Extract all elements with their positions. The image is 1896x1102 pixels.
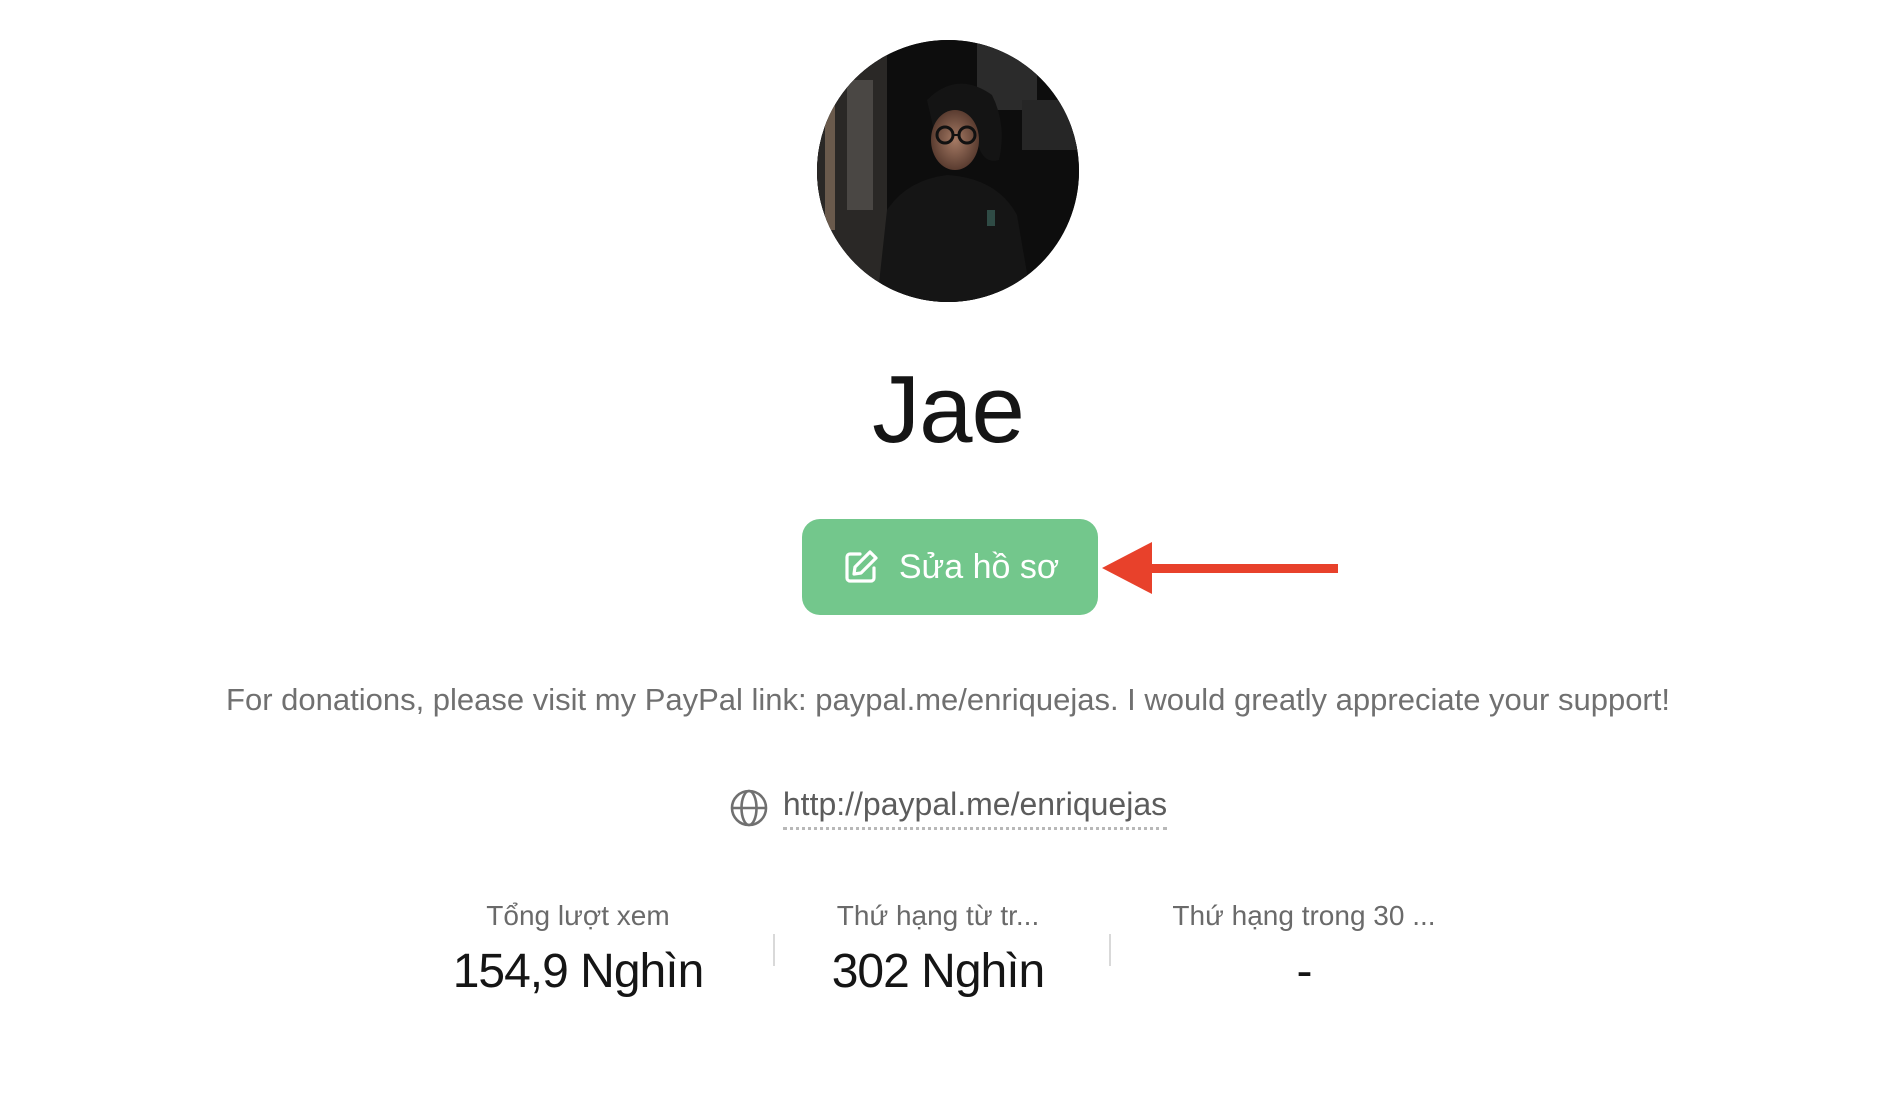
profile-name: Jae <box>872 356 1025 463</box>
stat-value: 302 Nghìn <box>831 945 1046 998</box>
stat-value: 154,9 Nghìn <box>452 945 705 998</box>
edit-profile-button[interactable]: Sửa hồ sơ <box>802 519 1098 615</box>
avatar-photo <box>817 40 1079 302</box>
profile-avatar[interactable] <box>817 40 1079 302</box>
stat-divider <box>1109 934 1111 966</box>
stat-divider <box>773 934 775 966</box>
arrow-left-icon <box>1102 540 1342 601</box>
stat-rank: Thứ hạng từ tr... 302 Nghìn <box>778 900 1098 999</box>
stat-label: Thứ hạng từ tr... <box>836 900 1040 931</box>
stat-total-views: Tổng lượt xem 154,9 Nghìn <box>418 900 738 999</box>
edit-profile-label: Sửa hồ sơ <box>898 547 1060 586</box>
stat-label: Thứ hạng trong 30 ... <box>1172 900 1436 931</box>
stat-label: Tổng lượt xem <box>486 900 670 931</box>
edit-icon <box>841 547 881 587</box>
stat-rank-30: Thứ hạng trong 30 ... - <box>1144 900 1464 999</box>
globe-icon <box>729 788 769 828</box>
website-row: http://paypal.me/enriquejas <box>0 786 1896 830</box>
website-link[interactable]: http://paypal.me/enriquejas <box>782 786 1168 830</box>
profile-bio: For donations, please visit my PayPal li… <box>226 682 1670 717</box>
stat-value: - <box>1296 945 1313 998</box>
